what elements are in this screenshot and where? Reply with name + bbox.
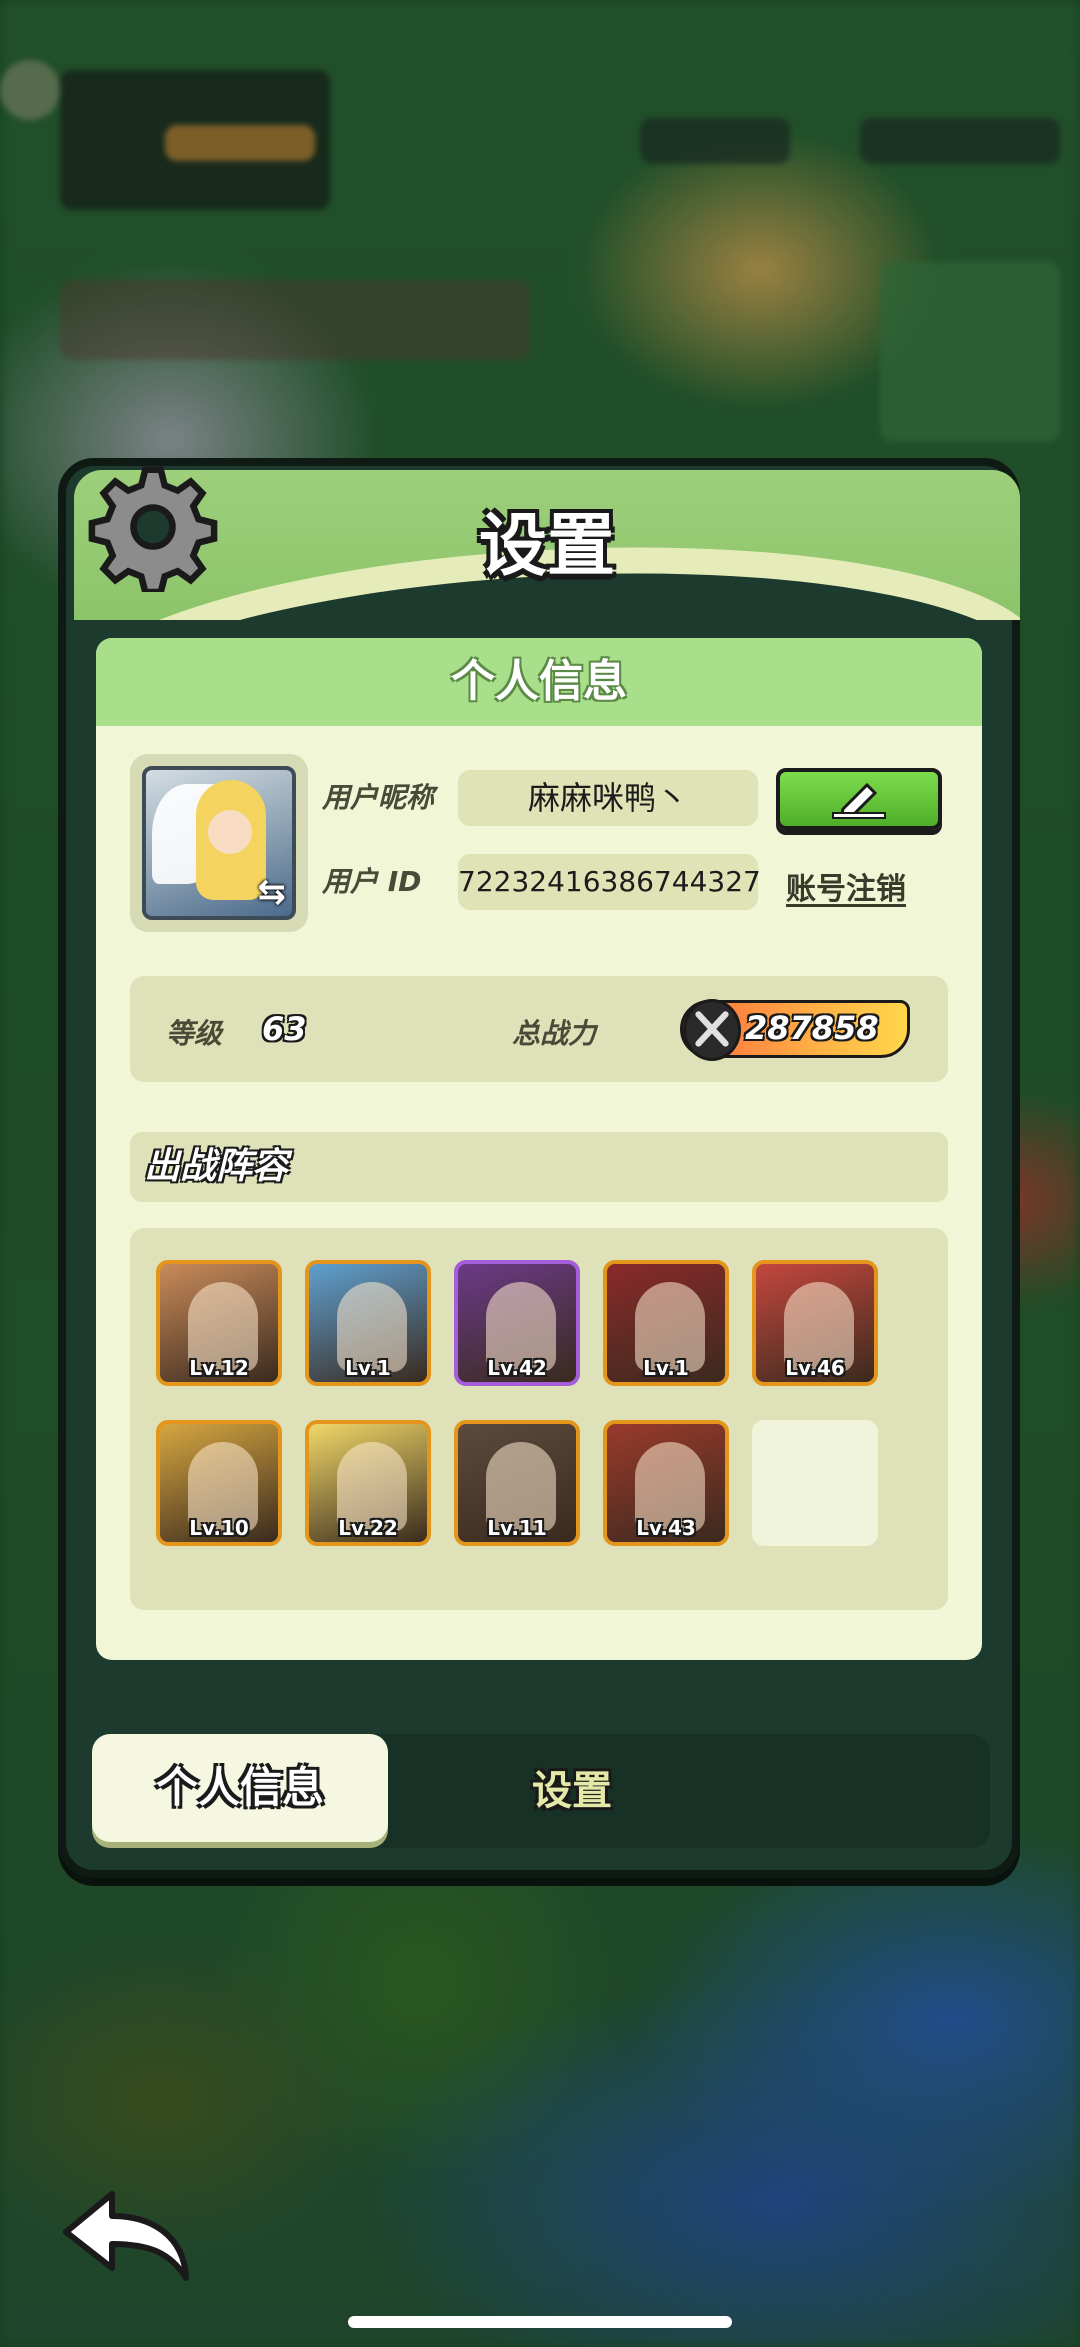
- edit-nickname-button[interactable]: [776, 768, 942, 830]
- profile-card: 个人信息 ⇆ 用户昵称 麻麻咪鸭丶 用户 ID 7223241638674432…: [96, 638, 982, 1660]
- hero-slot[interactable]: Lv.12: [156, 1260, 282, 1386]
- back-arrow-icon[interactable]: [56, 2180, 196, 2290]
- pencil-icon: [832, 782, 886, 819]
- lineup-grid: Lv.12 Lv.1 Lv.42 Lv.1 Lv.46 Lv.10 Lv.22 Lv.11 Lv…: [130, 1228, 948, 1610]
- hero-level: Lv.1: [345, 1356, 391, 1380]
- level-label: 等级: [166, 1017, 223, 1050]
- user-id-label: 用户 ID: [322, 865, 422, 898]
- hero-level: Lv.1: [643, 1356, 689, 1380]
- tab-settings[interactable]: 设置: [472, 1734, 672, 1848]
- hero-slot[interactable]: Lv.11: [454, 1420, 580, 1546]
- power-badge: 287858: [680, 999, 910, 1061]
- stats-row: 等级 63 总战力 287858: [130, 976, 948, 1082]
- hero-level: Lv.42: [487, 1356, 547, 1380]
- tab-profile[interactable]: 个人信息: [92, 1734, 388, 1842]
- hero-level: Lv.46: [785, 1356, 845, 1380]
- level-value: 63: [262, 1010, 307, 1048]
- crossed-swords-icon: [683, 999, 741, 1061]
- hero-level: Lv.11: [487, 1516, 547, 1540]
- hero-slot[interactable]: Lv.42: [454, 1260, 580, 1386]
- gear-icon: [88, 466, 218, 592]
- avatar-frame[interactable]: ⇆: [130, 754, 308, 932]
- profile-section-title: 个人信息: [96, 638, 982, 726]
- empty-hero-slot[interactable]: [752, 1420, 878, 1546]
- hero-slot[interactable]: Lv.1: [305, 1260, 431, 1386]
- hero-slot[interactable]: Lv.1: [603, 1260, 729, 1386]
- hero-level: Lv.43: [636, 1516, 696, 1540]
- hero-level: Lv.10: [189, 1516, 249, 1540]
- hero-slot[interactable]: Lv.10: [156, 1420, 282, 1546]
- power-value: 287858: [745, 1009, 879, 1047]
- hero-slot[interactable]: Lv.43: [603, 1420, 729, 1546]
- account-cancel-link[interactable]: 账号注销: [786, 864, 906, 908]
- avatar[interactable]: ⇆: [142, 766, 296, 920]
- hero-level: Lv.22: [338, 1516, 398, 1540]
- hero-level: Lv.12: [189, 1356, 249, 1380]
- home-indicator[interactable]: [348, 2316, 732, 2328]
- swap-avatar-icon[interactable]: ⇆: [258, 872, 287, 912]
- power-label: 总战力: [512, 1017, 597, 1050]
- hero-slot[interactable]: Lv.22: [305, 1420, 431, 1546]
- nickname-label: 用户昵称: [322, 781, 435, 814]
- nickname-value: 麻麻咪鸭丶: [458, 770, 758, 826]
- hero-slot[interactable]: Lv.46: [752, 1260, 878, 1386]
- user-id-value: 72232416386744327: [458, 854, 761, 910]
- bottom-tabs: 个人信息 设置: [92, 1734, 990, 1848]
- lineup-title: 出战阵容: [130, 1132, 948, 1202]
